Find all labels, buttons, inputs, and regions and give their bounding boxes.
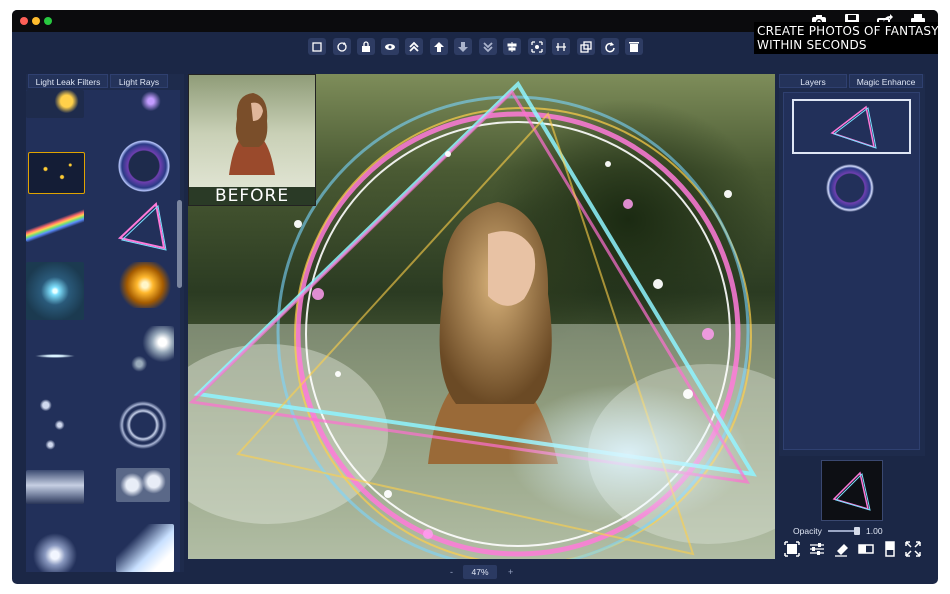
filter-thumb[interactable] [118,140,170,192]
layer-item-selected[interactable] [792,99,911,154]
layer-thumb-triangle [830,105,877,149]
filter-thumb[interactable] [26,208,84,242]
tab-label: Layers [800,77,826,87]
eye-button[interactable] [381,38,399,55]
promo-line-1: CREATE PHOTOS OF FANTASY [757,24,939,38]
layer-preview [821,460,883,521]
layer-item[interactable] [826,164,874,212]
rotate-icon [337,41,347,52]
center-button[interactable] [528,38,546,55]
filter-thumb[interactable] [118,400,168,450]
distribute-icon [556,42,566,51]
crop-button[interactable] [308,38,326,55]
filter-thumb-selected[interactable] [28,152,85,194]
redo-icon [605,41,615,52]
align-center-button[interactable] [503,38,521,55]
promo-banner: CREATE PHOTOS OF FANTASY WITHIN SECONDS [754,22,939,54]
filter-thumb[interactable] [116,468,170,502]
mask-icon[interactable] [858,541,874,557]
filter-thumb[interactable] [116,326,174,380]
redo-button[interactable] [601,38,619,55]
crop-icon [312,41,322,52]
filter-thumb[interactable] [26,262,84,320]
tab-label: Magic Enhance [856,77,916,87]
lock-button[interactable] [357,38,375,55]
before-preview: BEFORE [188,74,316,206]
lock-icon [362,40,370,52]
rotate-button[interactable] [333,38,351,55]
opacity-slider-knob[interactable] [854,527,860,535]
filter-thumb[interactable] [114,198,170,254]
tab-light-leak-filters[interactable]: Light Leak Filters [28,74,108,88]
filter-thumb[interactable] [26,90,84,118]
opacity-value: 1.00 [866,526,883,536]
fit-icon[interactable] [784,541,800,557]
filter-grid [26,90,180,572]
adjust-icon[interactable] [809,541,825,557]
filter-thumb[interactable] [26,530,84,572]
before-label: BEFORE [189,187,315,205]
fullscreen-icon[interactable] [905,541,921,557]
bring-to-front-button[interactable] [405,38,423,55]
tab-label: Light Rays [118,77,160,87]
align-center-icon [507,41,517,52]
trash-icon [629,41,639,52]
send-to-back-icon [483,41,493,52]
fill-icon[interactable] [882,541,898,557]
duplicate-icon [580,40,592,53]
promo-line-2: WITHIN SECONDS [757,38,867,52]
filter-thumb[interactable] [116,262,174,308]
minimize-window-button[interactable] [32,17,40,25]
move-down-button[interactable] [454,38,472,55]
zoom-out-button[interactable]: - [450,565,453,579]
close-window-button[interactable] [20,17,28,25]
filter-thumb[interactable] [116,90,174,118]
move-up-icon [434,41,444,52]
tab-label: Light Leak Filters [35,77,101,87]
tab-magic-enhance[interactable]: Magic Enhance [849,74,923,88]
eraser-icon[interactable] [834,541,850,557]
tab-light-rays[interactable]: Light Rays [110,74,168,88]
move-up-button[interactable] [430,38,448,55]
filter-scrollbar[interactable] [177,200,182,288]
eye-icon [385,43,395,50]
filter-thumb[interactable] [32,392,78,458]
left-panel: Light Leak Filters Light Rays [26,74,184,572]
zoom-window-button[interactable] [44,17,52,25]
zoom-in-button[interactable]: + [508,565,513,579]
opacity-label: Opacity [793,526,822,536]
filter-thumb[interactable] [26,346,84,366]
before-image [229,93,275,175]
duplicate-button[interactable] [577,38,595,55]
zoom-level[interactable]: 47% [463,565,497,579]
distribute-button[interactable] [552,38,570,55]
tab-layers[interactable]: Layers [779,74,847,88]
filter-thumb[interactable] [116,524,174,572]
send-to-back-button[interactable] [479,38,497,55]
preview-triangle [832,471,871,511]
filter-thumb[interactable] [26,470,84,504]
move-down-icon [458,41,468,52]
center-icon [531,40,543,53]
bring-to-front-icon [409,41,419,52]
trash-button[interactable] [625,38,643,55]
